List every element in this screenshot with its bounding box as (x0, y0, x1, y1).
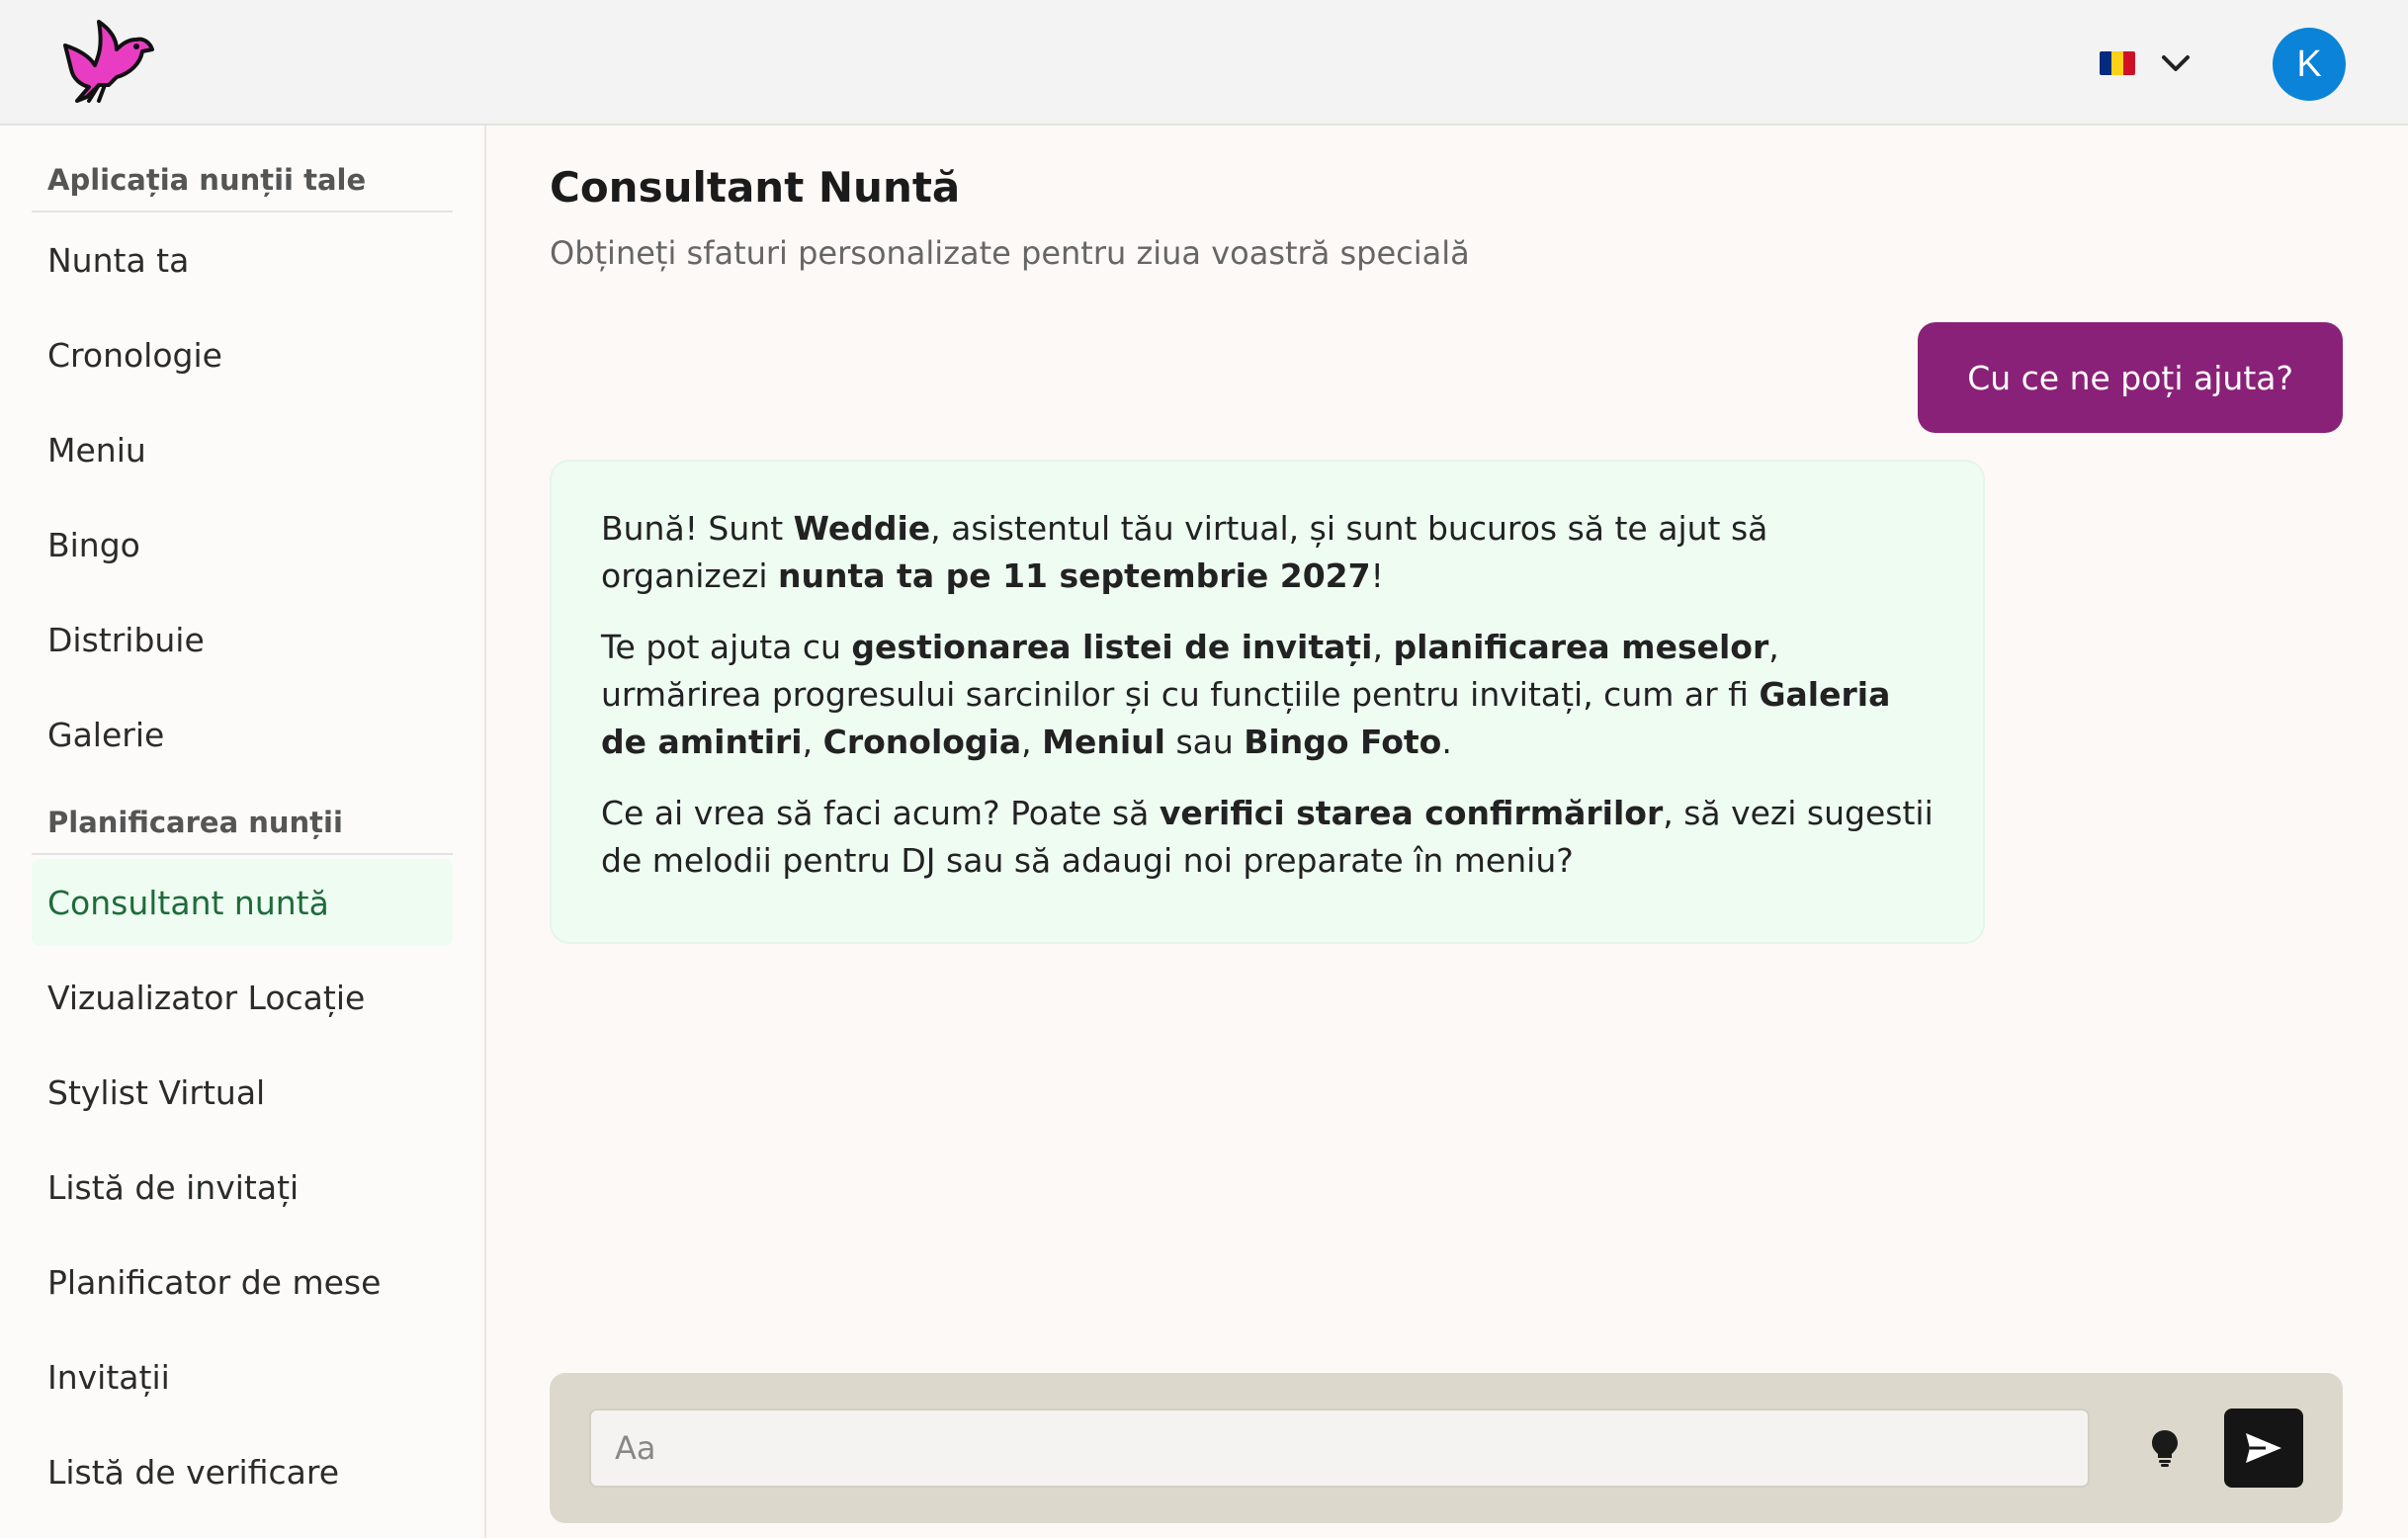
assistant-paragraph-3: Ce ai vrea să faci acum? Poate să verifi… (601, 794, 1934, 880)
sidebar-group-title-planning: Planificarea nunții (32, 806, 453, 855)
sidebar-item-lista-invitati[interactable]: Listă de invitați (32, 1144, 453, 1231)
sidebar-item-cronologie[interactable]: Cronologie (32, 311, 453, 398)
sidebar-item-distribuie[interactable]: Distribuie (32, 596, 453, 683)
sidebar-item-galerie[interactable]: Galerie (32, 691, 453, 778)
user-message-bubble: Cu ce ne poți ajuta? (1918, 322, 2343, 433)
sidebar-item-bingo[interactable]: Bingo (32, 501, 453, 588)
top-bar: K (0, 0, 2408, 126)
lightbulb-icon[interactable] (2139, 1422, 2191, 1474)
send-button[interactable] (2224, 1409, 2303, 1488)
assistant-paragraph-2: Te pot ajuta cu gestionarea listei de in… (601, 628, 1891, 761)
sidebar-item-vizualizator-locatie[interactable]: Vizualizator Locație (32, 954, 453, 1041)
sidebar-item-lista-verificare[interactable]: Listă de verificare (32, 1428, 453, 1515)
sidebar-item-stylist-virtual[interactable]: Stylist Virtual (32, 1049, 453, 1136)
chevron-down-icon (2162, 55, 2190, 71)
main-content: Consultant Nuntă Obțineți sfaturi person… (486, 126, 2408, 1538)
sidebar-group-title-app: Aplicația nunții tale (32, 163, 453, 213)
language-selector[interactable] (2100, 43, 2191, 83)
sidebar-item-meniu[interactable]: Meniu (32, 406, 453, 493)
sidebar: Aplicația nunții tale Nunta ta Cronologi… (0, 126, 486, 1538)
assistant-paragraph-1: Bună! Sunt Weddie, asistentul tău virtua… (601, 509, 1768, 595)
page-subtitle: Obțineți sfaturi personalizate pentru zi… (550, 234, 1470, 272)
romania-flag-icon (2100, 51, 2135, 75)
sidebar-item-invitatii[interactable]: Invitații (32, 1333, 453, 1420)
avatar[interactable]: K (2273, 28, 2346, 101)
message-input[interactable] (589, 1409, 2090, 1488)
sidebar-item-planificator-mese[interactable]: Planificator de mese (32, 1239, 453, 1325)
dove-logo-icon[interactable] (59, 16, 154, 107)
page-title: Consultant Nuntă (550, 163, 961, 212)
send-icon (2246, 1433, 2281, 1463)
sidebar-item-nunta-ta[interactable]: Nunta ta (32, 216, 453, 303)
message-composer (550, 1373, 2343, 1523)
assistant-message-bubble: Bună! Sunt Weddie, asistentul tău virtua… (550, 460, 1985, 944)
sidebar-item-consultant-nunta[interactable]: Consultant nuntă (32, 859, 453, 946)
